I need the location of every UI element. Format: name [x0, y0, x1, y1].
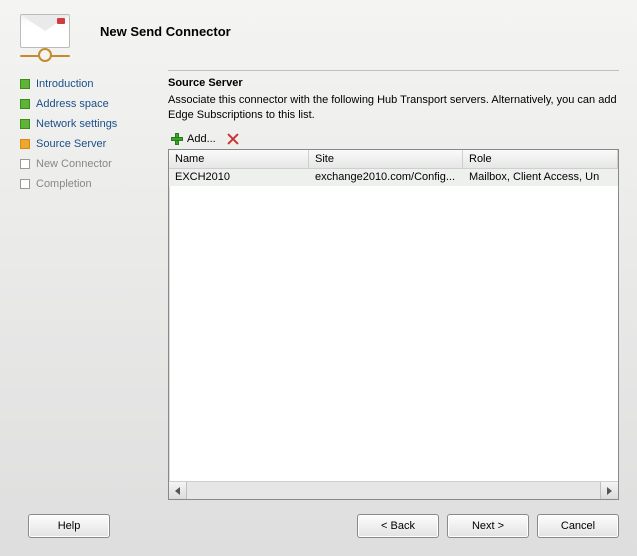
- step-network-settings[interactable]: Network settings: [20, 118, 160, 130]
- wizard-title: New Send Connector: [100, 24, 231, 39]
- step-label: Completion: [36, 178, 92, 190]
- scroll-left-button[interactable]: [169, 482, 187, 499]
- chevron-right-icon: [607, 487, 612, 495]
- cell-role: Mailbox, Client Access, Un: [463, 169, 618, 185]
- divider: [168, 70, 619, 71]
- step-introduction[interactable]: Introduction: [20, 78, 160, 90]
- step-new-connector: New Connector: [20, 158, 160, 170]
- step-label: New Connector: [36, 158, 112, 170]
- main-panel: Source Server Associate this connector w…: [168, 70, 619, 500]
- wizard-root: New Send Connector Introduction Address …: [0, 0, 637, 556]
- add-label: Add...: [187, 133, 216, 145]
- step-label: Source Server: [36, 138, 106, 150]
- remove-button[interactable]: [226, 132, 240, 146]
- cell-name: EXCH2010: [169, 169, 309, 185]
- square-icon: [20, 119, 30, 129]
- square-icon: [20, 139, 30, 149]
- servers-list: Name Site Role EXCH2010 exchange2010.com…: [168, 149, 619, 500]
- step-label: Introduction: [36, 78, 93, 90]
- plus-icon: [170, 132, 184, 146]
- list-header: Name Site Role: [169, 150, 618, 169]
- page-title: Source Server: [168, 77, 619, 89]
- step-source-server[interactable]: Source Server: [20, 138, 160, 150]
- horizontal-scrollbar[interactable]: [169, 481, 618, 499]
- step-address-space[interactable]: Address space: [20, 98, 160, 110]
- col-name[interactable]: Name: [169, 150, 309, 168]
- header-icon: [20, 14, 70, 60]
- wizard-footer: Help < Back Next > Cancel: [0, 500, 637, 556]
- help-button[interactable]: Help: [28, 514, 110, 538]
- envelope-icon: [20, 14, 70, 48]
- page-description: Associate this connector with the follow…: [168, 93, 619, 123]
- wizard-header: New Send Connector: [0, 0, 637, 70]
- list-toolbar: Add...: [168, 131, 619, 147]
- add-button[interactable]: Add...: [168, 131, 218, 147]
- cell-site: exchange2010.com/Config...: [309, 169, 463, 185]
- scroll-right-button[interactable]: [600, 482, 618, 499]
- stand-icon: [20, 52, 70, 60]
- back-button[interactable]: < Back: [357, 514, 439, 538]
- square-icon: [20, 79, 30, 89]
- col-site[interactable]: Site: [309, 150, 463, 168]
- col-role[interactable]: Role: [463, 150, 618, 168]
- step-label: Network settings: [36, 118, 117, 130]
- square-icon: [20, 99, 30, 109]
- steps-sidebar: Introduction Address space Network setti…: [20, 70, 160, 500]
- stamp-icon: [57, 18, 65, 24]
- chevron-left-icon: [175, 487, 180, 495]
- table-row[interactable]: EXCH2010 exchange2010.com/Config... Mail…: [169, 169, 618, 186]
- cancel-button[interactable]: Cancel: [537, 514, 619, 538]
- list-body: EXCH2010 exchange2010.com/Config... Mail…: [169, 169, 618, 481]
- step-label: Address space: [36, 98, 109, 110]
- wizard-body: Introduction Address space Network setti…: [0, 70, 637, 500]
- next-button[interactable]: Next >: [447, 514, 529, 538]
- square-icon: [20, 179, 30, 189]
- square-icon: [20, 159, 30, 169]
- scroll-track[interactable]: [187, 482, 600, 499]
- step-completion: Completion: [20, 178, 160, 190]
